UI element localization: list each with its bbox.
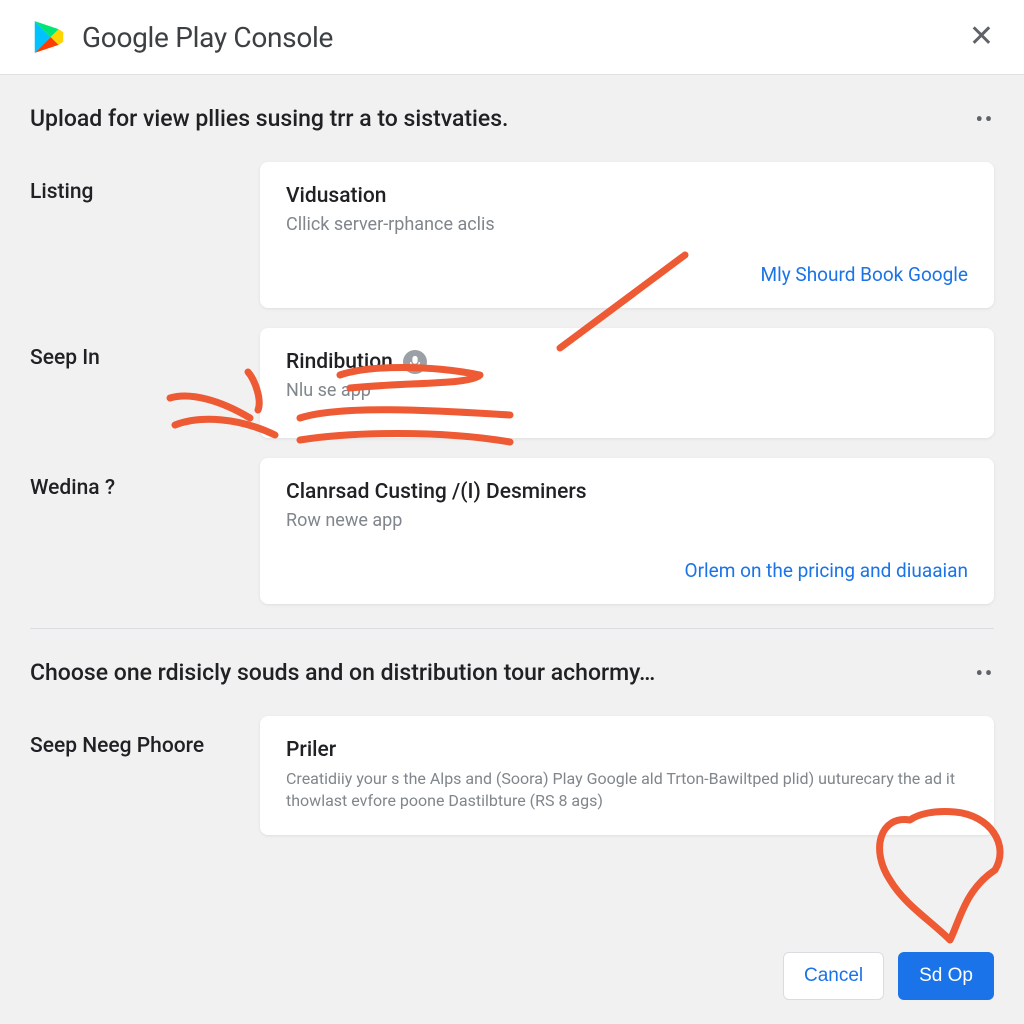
close-icon[interactable]: ✕ (969, 22, 994, 52)
section1-title: Upload for view pllies susing trr a to s… (30, 105, 508, 132)
row-wedina: Wedina ? Clanrsad Custing /(I) Desminers… (30, 458, 994, 604)
card-rindibution[interactable]: Rindibution Nlu se app (260, 328, 994, 438)
card-link[interactable]: Orlem on the pricing and diuaaian (286, 559, 968, 582)
section2-header: Choose one rdisicly souds and on distrib… (30, 659, 994, 686)
row-label-wedina: Wedina ? (30, 458, 240, 500)
card-vidusation[interactable]: Vidusation Cllick server-rphance aclis M… (260, 162, 994, 308)
header-bar: Google Play Console ✕ (0, 0, 1024, 75)
cancel-button[interactable]: Cancel (783, 952, 884, 1000)
mic-icon (403, 350, 427, 374)
section2-title: Choose one rdisicly souds and on distrib… (30, 659, 655, 686)
header-title: Google Play Console (82, 21, 333, 54)
header-left: Google Play Console (30, 18, 333, 56)
card-clanrsad[interactable]: Clanrsad Custing /(I) Desminers Row newe… (260, 458, 994, 604)
more-icon[interactable]: •• (976, 661, 994, 685)
row-seep-neeg: Seep Neeg Phoore Priler Creatidiiy your … (30, 716, 994, 835)
section-divider (30, 628, 994, 629)
card-title: Rindibution (286, 350, 968, 374)
row-label-seep-in: Seep In (30, 328, 240, 370)
section1-header: Upload for view pllies susing trr a to s… (30, 105, 994, 132)
card-subtitle: Creatidiiy your s the Alps and (Soora) P… (286, 768, 968, 813)
card-priler[interactable]: Priler Creatidiiy your s the Alps and (S… (260, 716, 994, 835)
more-icon[interactable]: •• (976, 107, 994, 131)
footer-actions: Cancel Sd Op (0, 934, 1024, 1024)
card-subtitle: Cllick server-rphance aclis (286, 214, 968, 235)
card-link[interactable]: Mly Shourd Book Google (286, 263, 968, 286)
row-label-seep-neeg: Seep Neeg Phoore (30, 716, 240, 758)
submit-button[interactable]: Sd Op (898, 952, 994, 1000)
card-title: Vidusation (286, 184, 968, 208)
card-title: Clanrsad Custing /(I) Desminers (286, 480, 968, 504)
card-title-text: Rindibution (286, 350, 393, 374)
card-subtitle: Nlu se app (286, 380, 968, 401)
card-subtitle: Row newe app (286, 510, 968, 531)
row-listing: Listing Vidusation Cllick server-rphance… (30, 162, 994, 308)
row-label-listing: Listing (30, 162, 240, 204)
google-play-logo-icon (30, 18, 68, 56)
row-seep-in: Seep In Rindibution Nlu se app (30, 328, 994, 438)
content-area: Upload for view pllies susing trr a to s… (0, 75, 1024, 835)
card-title: Priler (286, 738, 968, 762)
